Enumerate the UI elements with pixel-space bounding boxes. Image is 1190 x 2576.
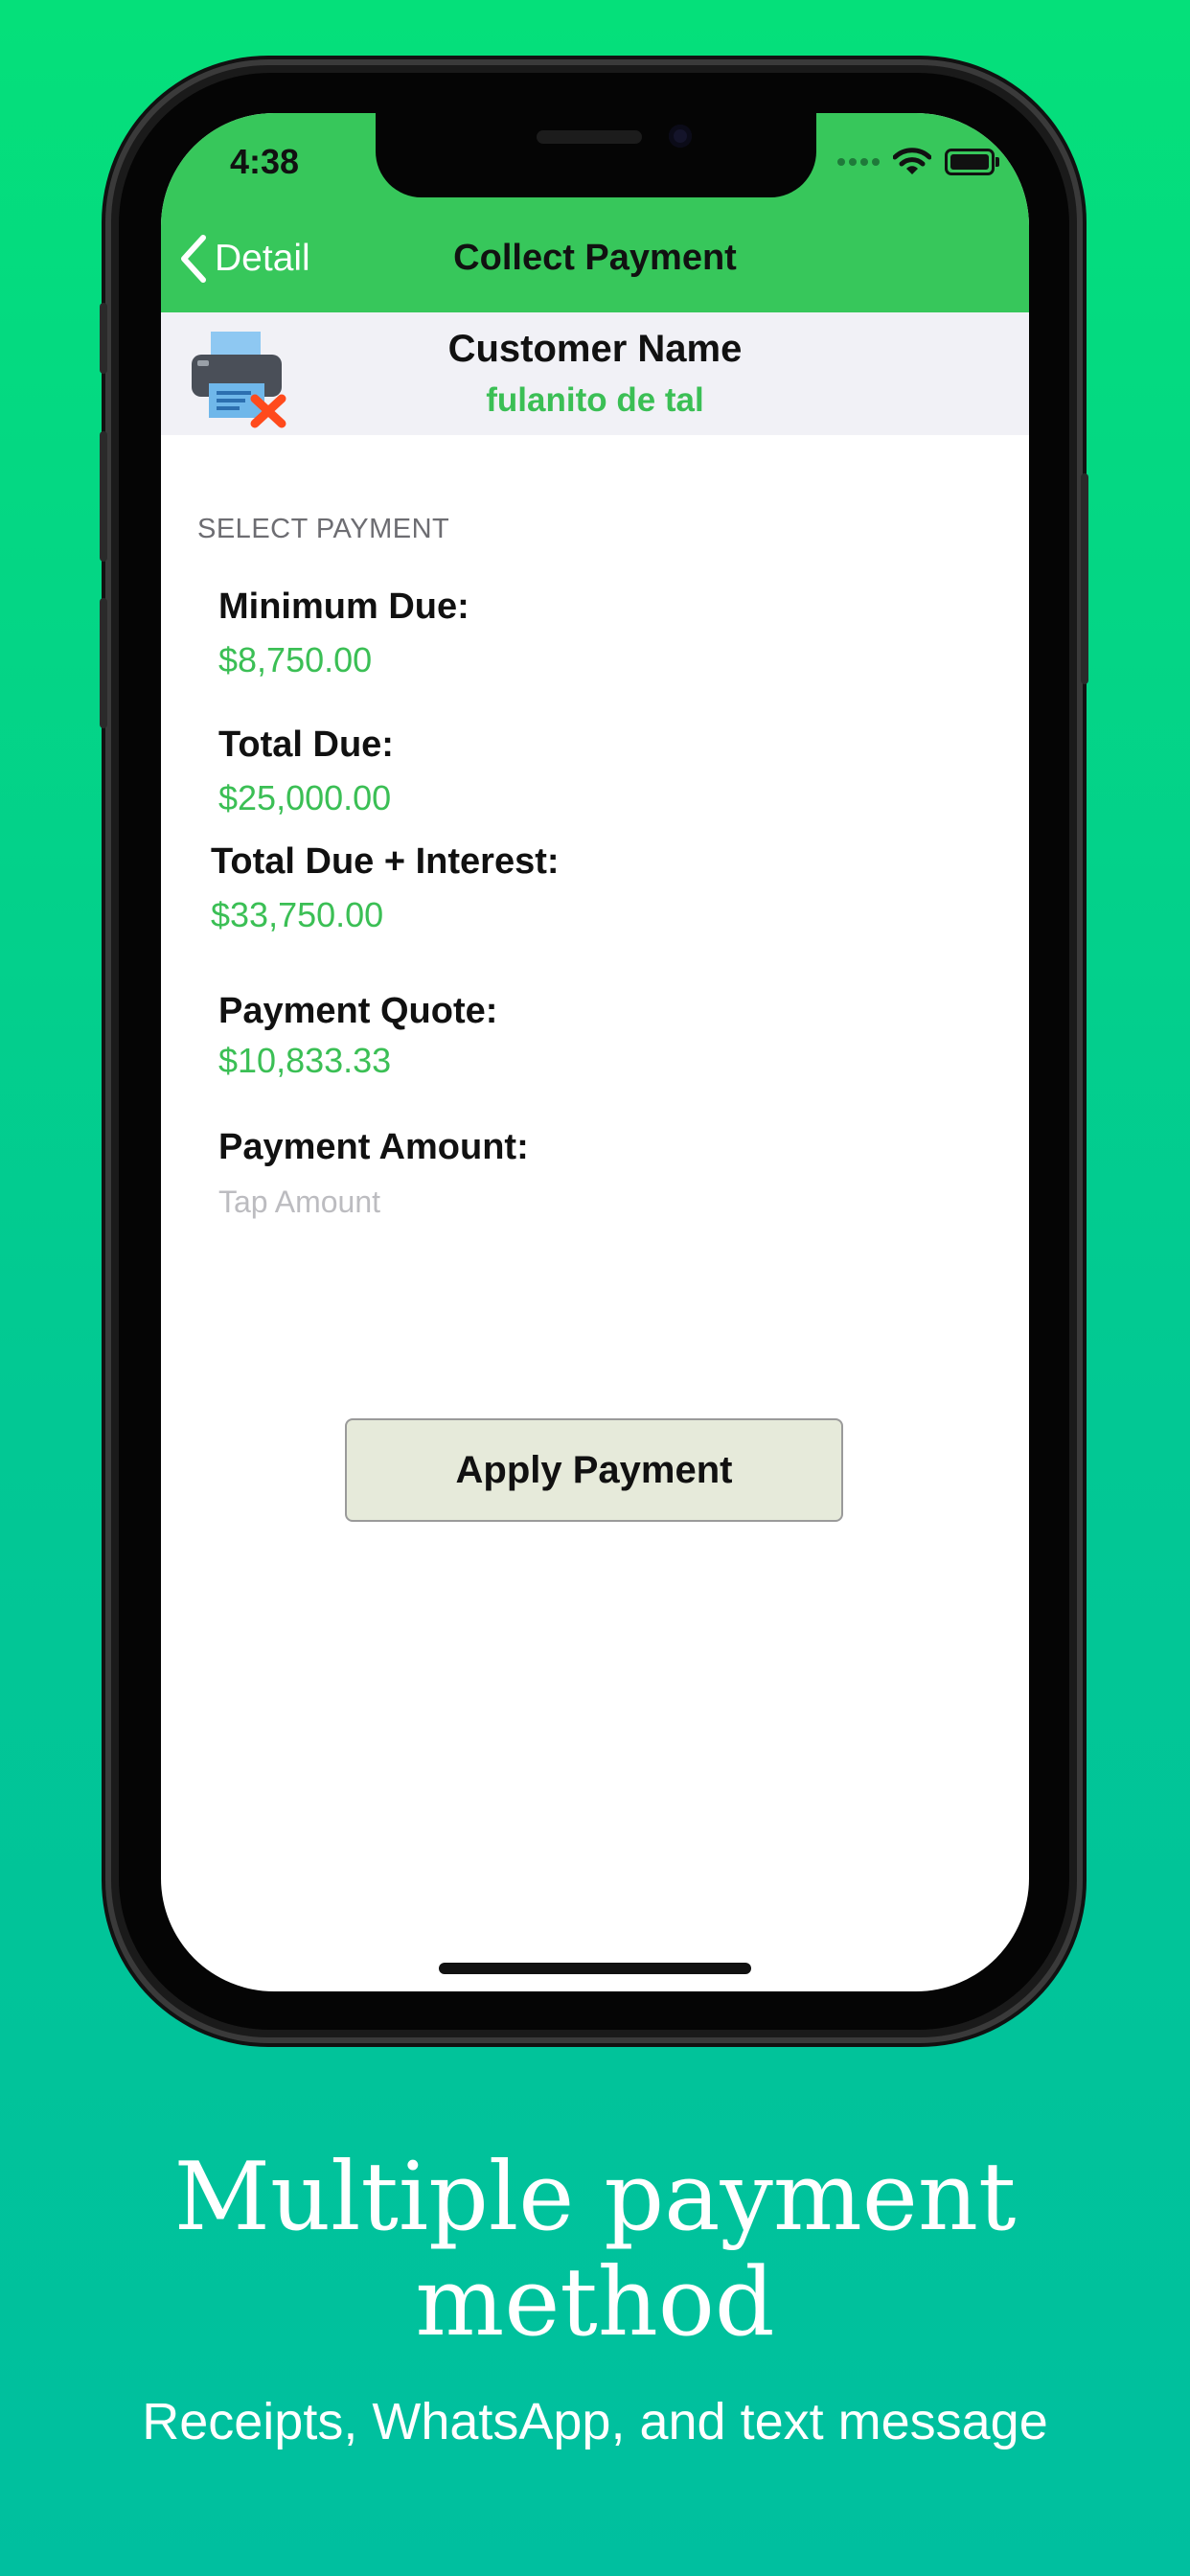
wifi-icon: [893, 148, 931, 174]
payment-amount-input[interactable]: Tap Amount: [218, 1184, 380, 1220]
marketing-headline: Multiple payment method: [0, 2145, 1190, 2356]
minimum-due-label: Minimum Due:: [218, 586, 469, 627]
speaker-grille: [537, 130, 642, 144]
marketing-subline: Receipts, WhatsApp, and text message: [142, 2393, 1048, 2450]
customer-name-label: Customer Name: [447, 328, 743, 370]
status-icons: [837, 148, 999, 176]
status-time: 4:38: [230, 142, 300, 181]
notch: [376, 113, 816, 197]
payment-quote-value[interactable]: $10,833.33: [218, 1041, 391, 1081]
total-due-value[interactable]: $25,000.00: [218, 778, 391, 818]
page-title: Collect Payment: [453, 238, 737, 278]
headline-line-1: Multiple payment: [173, 2143, 1017, 2252]
total-due-interest-label: Total Due + Interest:: [211, 841, 560, 882]
home-indicator[interactable]: [439, 1963, 751, 1974]
customer-header: Customer Name fulanito de tal: [161, 312, 1029, 435]
volume-down-button: [100, 598, 107, 728]
apply-payment-button[interactable]: Apply Payment: [345, 1418, 843, 1522]
payment-amount-label: Payment Amount:: [218, 1127, 529, 1167]
minimum-due-value[interactable]: $8,750.00: [218, 640, 372, 680]
section-header: SELECT PAYMENT: [197, 514, 450, 544]
payment-quote-label: Payment Quote:: [218, 991, 498, 1031]
battery-icon: [945, 149, 999, 175]
mute-switch: [100, 303, 107, 374]
power-button: [1081, 473, 1088, 684]
app-screen: 4:38 Detail Collect Payment Customer Nam…: [161, 113, 1029, 1991]
headline-line-2: method: [415, 2248, 775, 2358]
customer-name-value: fulanito de tal: [486, 381, 704, 419]
total-due-interest-value[interactable]: $33,750.00: [211, 895, 383, 935]
signal-dots-icon: [837, 158, 880, 166]
total-due-label: Total Due:: [218, 724, 394, 765]
front-camera: [669, 125, 692, 148]
volume-up-button: [100, 431, 107, 562]
